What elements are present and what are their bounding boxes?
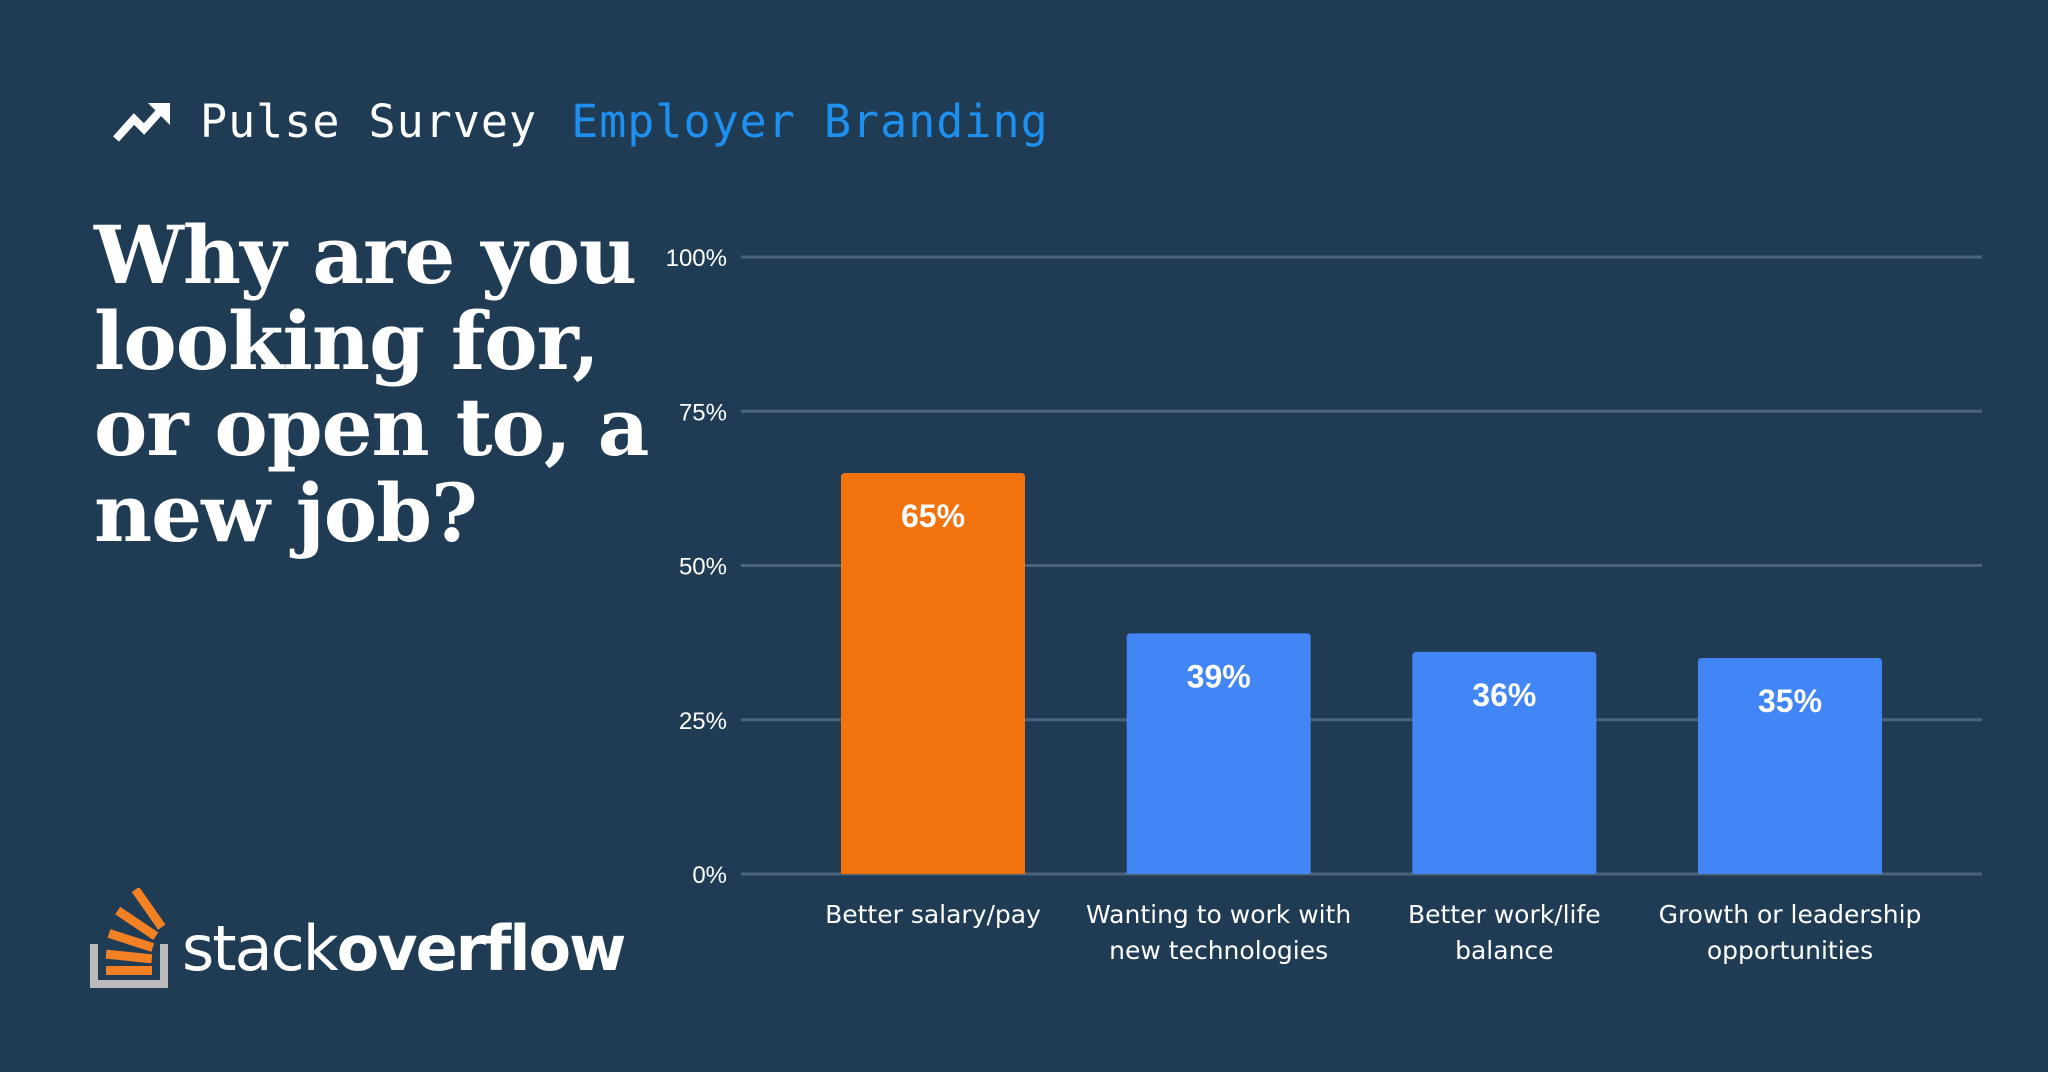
x-category-label: Growth or leadership [1659, 900, 1922, 929]
bar-data-label: 35% [1758, 683, 1822, 719]
x-category-label: Better work/life [1408, 900, 1601, 929]
y-tick-label: 25% [679, 708, 727, 735]
y-tick-label: 75% [679, 399, 727, 426]
x-category-label: Wanting to work with [1086, 900, 1351, 929]
x-category-label: new technologies [1109, 936, 1328, 965]
y-tick-label: 100% [666, 245, 727, 272]
stack-overflow-logo: stackoverflow [90, 888, 626, 990]
bar-data-label: 36% [1472, 677, 1536, 713]
x-category-label: opportunities [1707, 936, 1873, 965]
bar-data-label: 39% [1187, 658, 1251, 694]
bar-data-label: 65% [901, 498, 965, 534]
stack-overflow-logo-icon [90, 888, 168, 988]
x-category-label: balance [1455, 936, 1553, 965]
y-tick-label: 0% [692, 862, 727, 889]
x-category-label: Better salary/pay [825, 900, 1041, 929]
y-tick-label: 50% [679, 554, 727, 581]
stack-overflow-wordmark: stackoverflow [182, 912, 626, 985]
